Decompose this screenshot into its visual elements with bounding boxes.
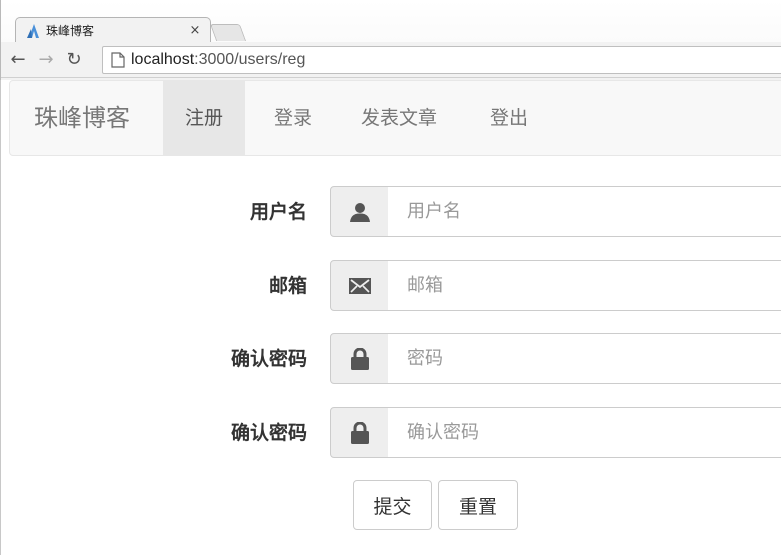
new-tab-button[interactable] — [209, 24, 247, 41]
reload-icon[interactable]: ↻ — [63, 48, 85, 72]
nav-item-logout[interactable]: 登出 — [468, 81, 550, 155]
form-row-confirm-password: 确认密码 — [1, 407, 781, 459]
reset-button[interactable]: 重置 — [438, 480, 518, 530]
lock-icon — [330, 333, 389, 384]
form-row-username: 用户名 — [1, 186, 781, 238]
form-row-password: 确认密码 — [1, 333, 781, 385]
password-label: 确认密码 — [230, 348, 307, 370]
page-icon — [111, 52, 125, 68]
tab-strip: 珠峰博客 × — [1, 0, 781, 43]
email-label: 邮箱 — [268, 275, 307, 297]
lock-icon — [330, 407, 389, 458]
submit-button[interactable]: 提交 — [353, 480, 432, 530]
browser-chrome: 珠峰博客 × ← → ↻ localhost:3000/users/reg — [0, 0, 781, 80]
envelope-icon — [330, 260, 389, 311]
back-arrow-icon[interactable]: ← — [7, 48, 29, 72]
password-input[interactable] — [388, 333, 781, 384]
url-text: localhost:3000/users/reg — [131, 51, 305, 69]
email-input[interactable] — [388, 260, 781, 311]
confirm-password-input[interactable] — [388, 407, 781, 458]
username-label: 用户名 — [249, 201, 307, 223]
site-brand[interactable]: 珠峰博客 — [34, 81, 130, 155]
browser-toolbar: ← → ↻ localhost:3000/users/reg — [1, 42, 781, 78]
nav-item-post-article[interactable]: 发表文章 — [339, 81, 459, 155]
browser-tab[interactable]: 珠峰博客 × — [15, 17, 211, 43]
confirm-password-label: 确认密码 — [230, 422, 307, 444]
nav-item-login[interactable]: 登录 — [252, 81, 334, 155]
page-content: 珠峰博客 注册 登录 发表文章 登出 用户名 邮箱 确认密码 确认密码 提交 重… — [0, 80, 781, 555]
url-path: :3000/users/reg — [194, 51, 306, 68]
username-input[interactable] — [388, 186, 781, 237]
forward-arrow-icon[interactable]: → — [35, 48, 57, 72]
address-bar[interactable]: localhost:3000/users/reg — [102, 46, 781, 74]
site-favicon-icon — [26, 23, 42, 39]
close-tab-icon[interactable]: × — [188, 23, 202, 38]
nav-item-register[interactable]: 注册 — [163, 81, 246, 155]
tab-title: 珠峰博客 — [46, 24, 95, 38]
url-host: localhost — [131, 51, 195, 68]
form-row-email: 邮箱 — [1, 260, 781, 312]
site-navbar: 珠峰博客 注册 登录 发表文章 登出 — [9, 80, 781, 156]
user-icon — [330, 186, 389, 237]
